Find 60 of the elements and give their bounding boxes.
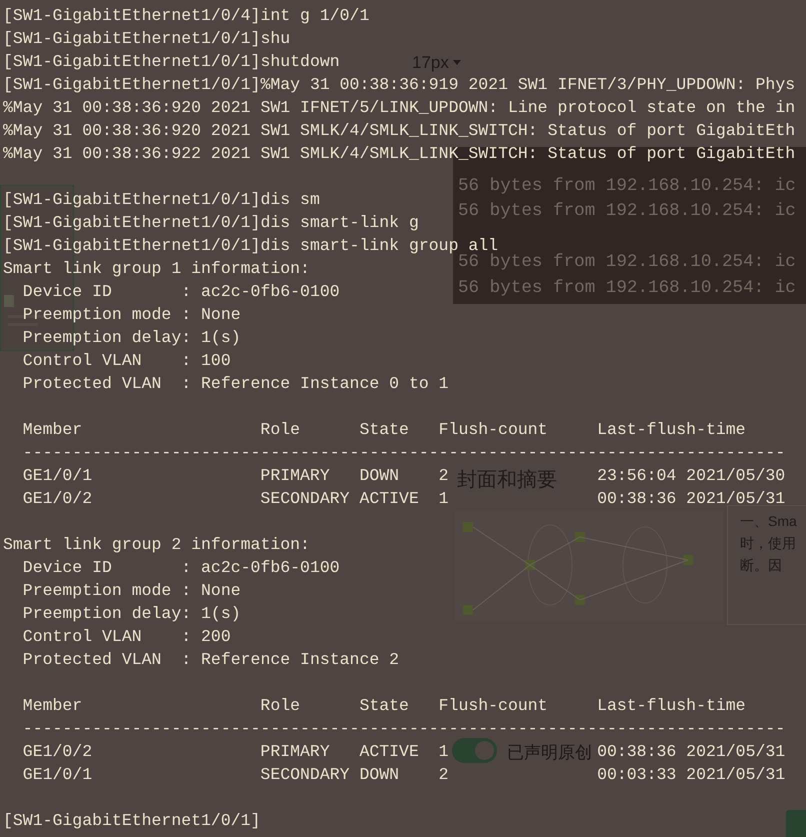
table-cell: 00:03:33 2021/05/31: [597, 765, 786, 784]
terminal-line: [SW1-GigabitEthernet1/0/1]dis smart-link g: [3, 212, 419, 234]
terminal-line: Protected VLAN : Reference Instance 0 to 1: [22, 373, 449, 395]
ping-line: 56 bytes from 192.168.10.254: ic: [458, 174, 796, 198]
terminal-line: %May 31 00:38:36:920 2021 SW1 SMLK/4/SMLK_LINK_SWITCH: Status of port GigabitEth: [3, 120, 796, 142]
separator-line: -----------------------------------------------------------------------------: [22, 443, 786, 462]
table-cell: SECONDARY: [260, 489, 350, 508]
column-header: Flush-count: [438, 420, 548, 439]
table-cell: ACTIVE: [359, 742, 419, 761]
table-cell: PRIMARY: [260, 466, 330, 485]
terminal-line: [SW1-GigabitEthernet1/0/1]shutdown: [3, 51, 340, 73]
terminal-line: Smart link group 2 information:: [3, 534, 310, 556]
terminal-line: [SW1-GigabitEthernet1/0/1]: [3, 810, 260, 832]
table-cell: 2: [438, 466, 449, 485]
table-cell: SECONDARY: [260, 765, 350, 784]
terminal-line: [SW1-GigabitEthernet1/0/1]shu: [3, 28, 290, 50]
terminal-line: Device ID : ac2c-0fb6-0100: [22, 557, 340, 579]
column-header: Member: [22, 420, 82, 439]
terminal-line: Device ID : ac2c-0fb6-0100: [22, 281, 340, 303]
column-header: Last-flush-time: [597, 696, 746, 715]
terminal-line: Control VLAN : 200: [22, 626, 231, 648]
table-cell: PRIMARY: [260, 742, 330, 761]
terminal-line: [SW1-GigabitEthernet1/0/1]dis sm: [3, 189, 320, 211]
toggle-switch[interactable]: [452, 738, 497, 763]
button[interactable]: [786, 810, 806, 837]
terminal-line: Preemption delay: 1(s): [22, 327, 241, 349]
terminal-line: Preemption delay: 1(s): [22, 603, 241, 625]
table-cell: ACTIVE: [359, 489, 419, 508]
table-cell: 00:38:36 2021/05/31: [597, 742, 786, 761]
column-header: State: [359, 420, 409, 439]
terminal-line: Smart link group 1 information:: [3, 258, 310, 280]
caret-icon: [452, 60, 461, 66]
ping-line: 56 bytes from 192.168.10.254: ic: [458, 200, 796, 223]
terminal-line: Preemption mode : None: [22, 580, 241, 602]
column-header: State: [359, 696, 409, 715]
column-header: Role: [260, 420, 300, 439]
terminal-line: %May 31 00:38:36:922 2021 SW1 SMLK/4/SMLK_LINK_SWITCH: Status of port GigabitEth: [3, 143, 796, 165]
table-cell: DOWN: [359, 765, 400, 784]
terminal-line: [SW1-GigabitEthernet1/0/4]int g 1/0/1: [3, 5, 370, 27]
table-cell: 2: [438, 765, 449, 784]
terminal-line: Protected VLAN : Reference Instance 2: [22, 649, 400, 671]
column-header: Last-flush-time: [597, 420, 746, 439]
table-cell: GE1/0/1: [22, 765, 92, 784]
ping-line: 56 bytes from 192.168.10.254: ic: [458, 276, 796, 300]
table-cell: 1: [438, 742, 449, 761]
column-header: Member: [22, 696, 82, 715]
separator-line: -----------------------------------------------------------------------------: [22, 719, 786, 738]
table-cell: DOWN: [359, 466, 400, 485]
column-header: Role: [260, 696, 300, 715]
terminal-line: Control VLAN : 100: [22, 350, 231, 372]
column-header: Flush-count: [438, 696, 548, 715]
terminal-line: %May 31 00:38:36:920 2021 SW1 IFNET/5/LINK_UPDOWN: Line protocol state on the in: [3, 97, 796, 119]
table-cell: 00:38:36 2021/05/31: [597, 489, 786, 508]
table-cell: 23:56:04 2021/05/30: [597, 466, 786, 485]
table-cell: 1: [438, 489, 449, 508]
terminal-line: [SW1-GigabitEthernet1/0/1]%May 31 00:38:36:919 2021 SW1 IFNET/3/PHY_UPDOWN: Phys: [3, 74, 796, 96]
terminal-line: Preemption mode : None: [22, 304, 241, 326]
table-cell: GE1/0/2: [22, 742, 92, 761]
table-cell: GE1/0/1: [22, 466, 92, 485]
table-cell: GE1/0/2: [22, 489, 92, 508]
